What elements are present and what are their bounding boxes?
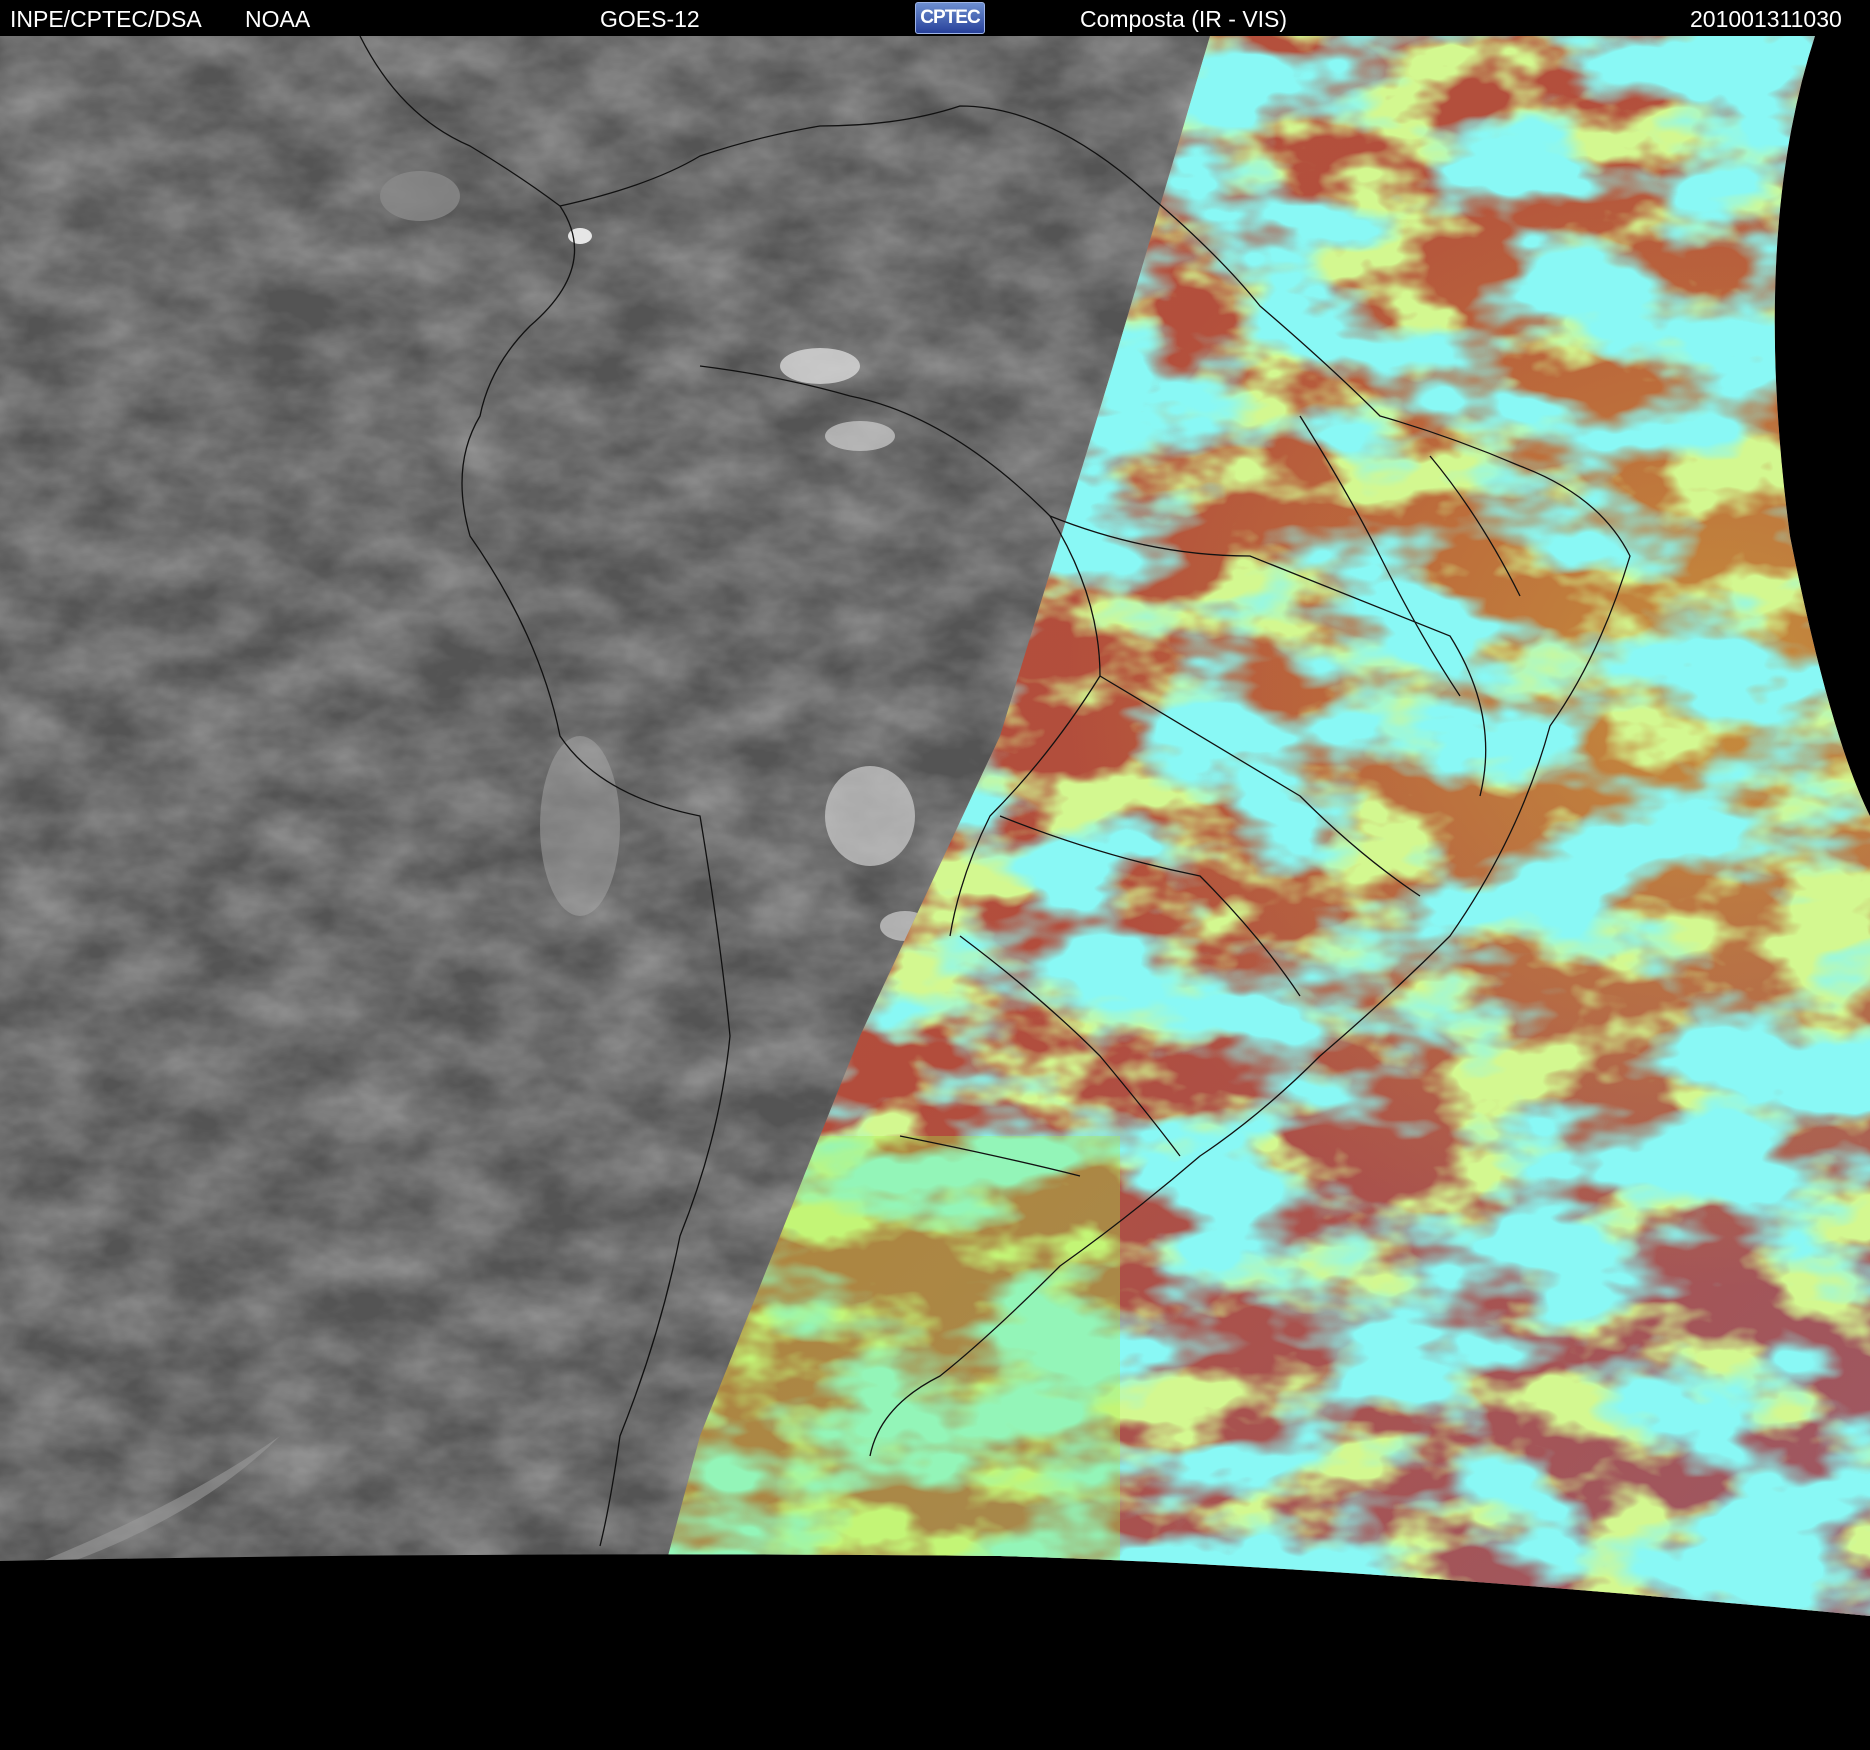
timestamp-label: 201001311030 [1690,6,1842,32]
product-label: Composta (IR - VIS) [1080,6,1288,32]
logo-text: CPTEC [920,7,980,28]
satellite-image [0,36,1870,1750]
cptec-logo: CPTEC [915,2,985,34]
source-label: INPE/CPTEC/DSA [10,6,202,32]
satellite-label: GOES-12 [600,6,700,32]
header-bar: INPE/CPTEC/DSA NOAA GOES-12 CPTEC Compos… [0,0,1870,36]
agency-label: NOAA [245,6,311,32]
